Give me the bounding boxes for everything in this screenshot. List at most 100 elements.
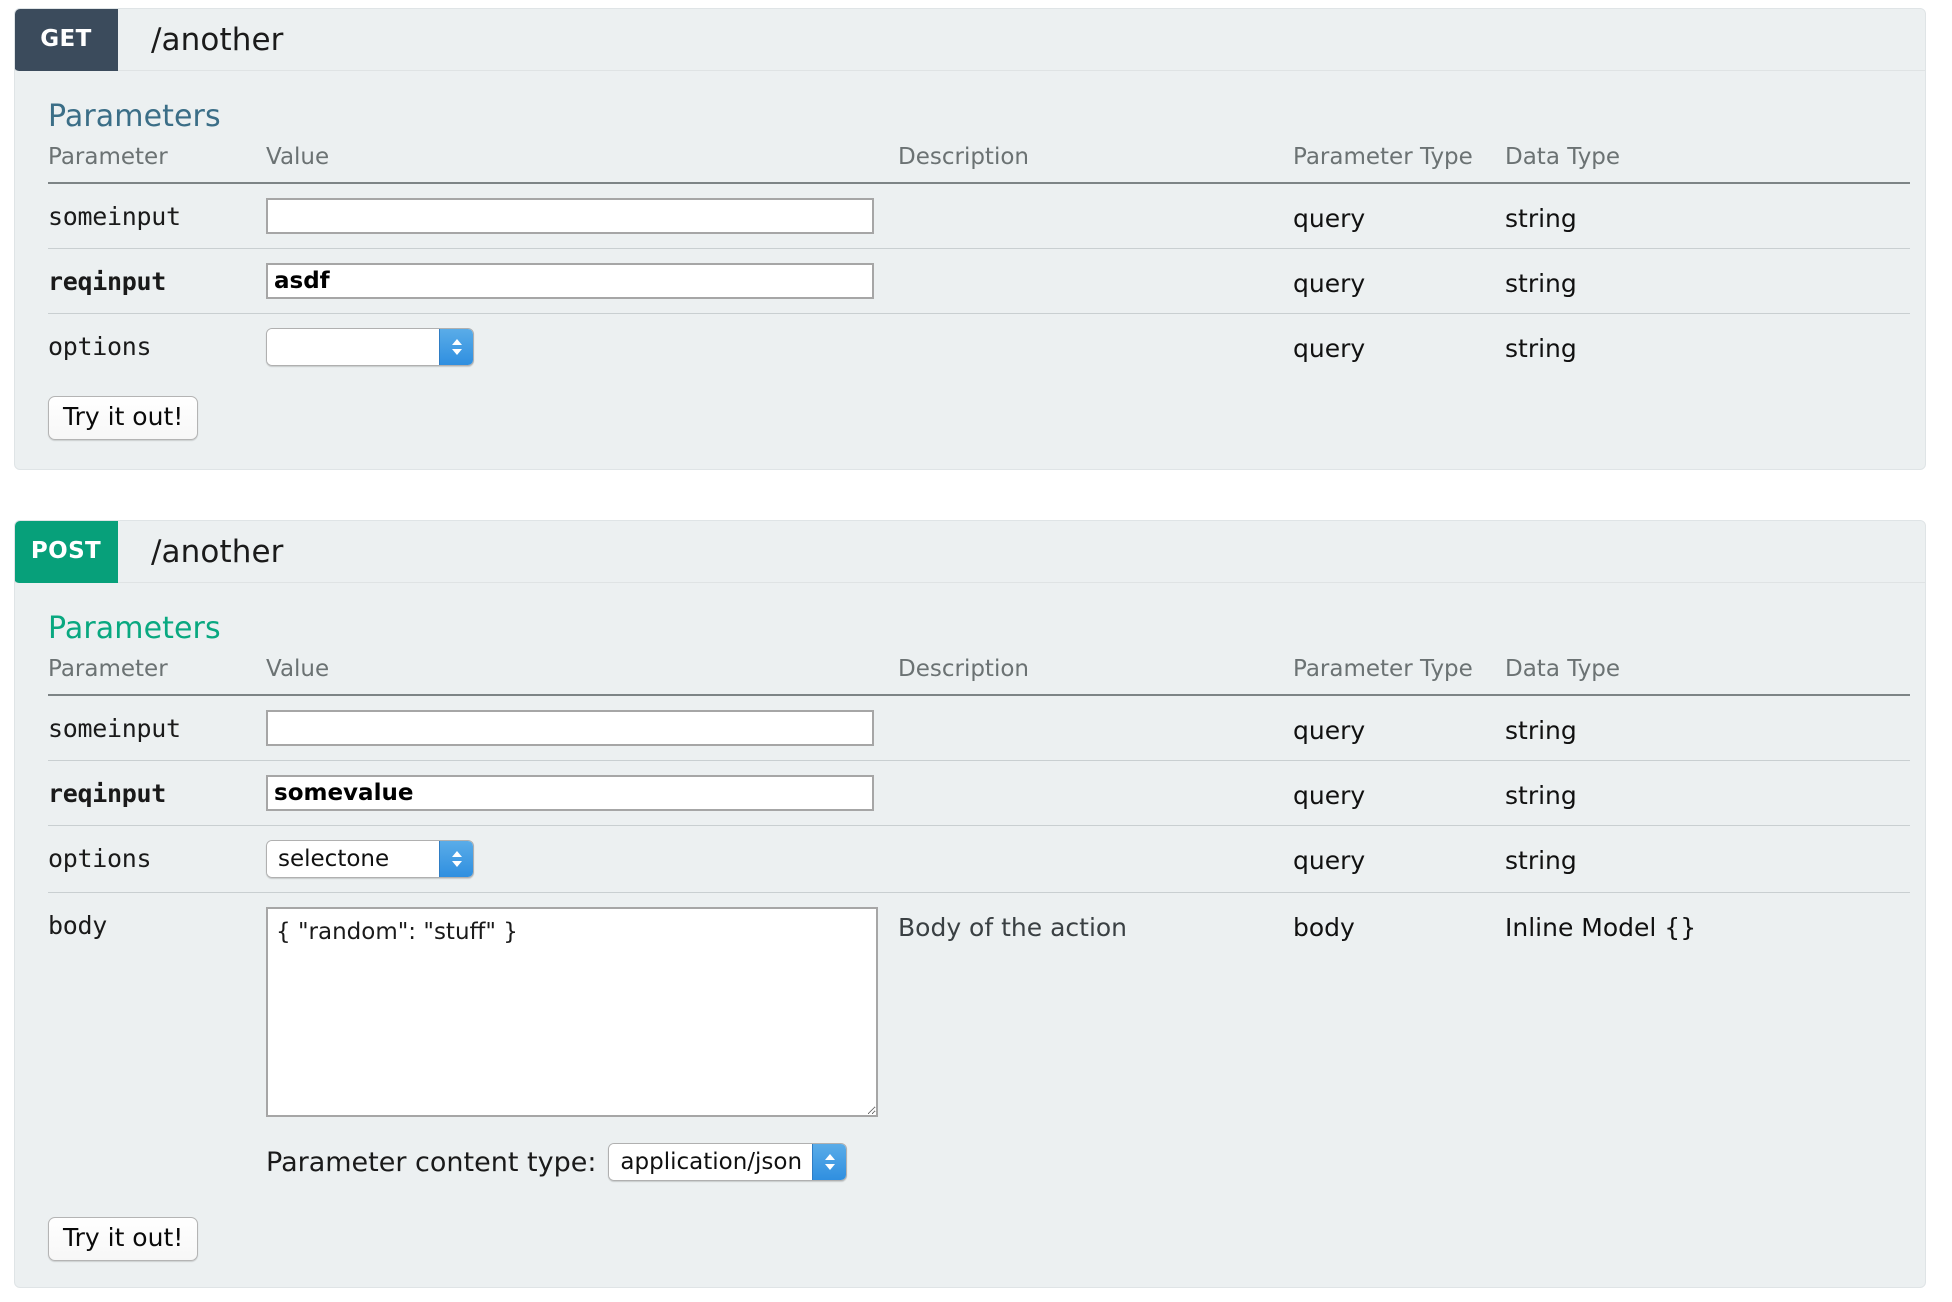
cell-value: { "random": "stuff" } Parameter content …: [266, 893, 898, 1202]
cell-description: [898, 248, 1293, 314]
parameters-table-post: Parameter Value Description Parameter Ty…: [48, 656, 1910, 1201]
swagger-operations-page: GET /another Parameters Parameter Value …: [0, 0, 1952, 1302]
parameters-table-header-row: Parameter Value Description Parameter Ty…: [48, 144, 1910, 184]
param-name-someinput: someinput: [48, 202, 181, 231]
operation-get-another: GET /another Parameters Parameter Value …: [14, 8, 1926, 470]
parameters-table-header-row: Parameter Value Description Parameter Ty…: [48, 656, 1910, 696]
cell-data-type: string: [1505, 314, 1910, 381]
data-type-body: Inline Model {}: [1505, 913, 1697, 942]
select-options-post-value: selectone: [267, 841, 439, 877]
param-type-options: query: [1293, 846, 1366, 875]
cell-value: [266, 314, 898, 381]
cell-parameter-type: query: [1293, 314, 1505, 381]
data-type-reqinput: string: [1505, 781, 1577, 810]
operation-heading-post[interactable]: POST /another: [15, 521, 1925, 583]
try-it-out-button-post[interactable]: Try it out!: [48, 1217, 199, 1261]
data-type-someinput: string: [1505, 204, 1577, 233]
parameters-table-get: Parameter Value Description Parameter Ty…: [48, 144, 1910, 380]
column-header-value: Value: [266, 656, 898, 696]
param-description-body: Body of the action: [898, 913, 1128, 942]
param-type-someinput: query: [1293, 716, 1366, 745]
cell-data-type: string: [1505, 183, 1910, 249]
cell-parameter-name: reqinput: [48, 248, 266, 314]
cell-description: [898, 183, 1293, 249]
param-type-body: body: [1293, 913, 1355, 942]
param-type-reqinput: query: [1293, 781, 1366, 810]
data-type-reqinput: string: [1505, 269, 1577, 298]
cell-data-type: string: [1505, 825, 1910, 893]
cell-parameter-type: query: [1293, 825, 1505, 893]
try-it-out-button-get[interactable]: Try it out!: [48, 396, 199, 440]
input-reqinput[interactable]: [266, 775, 874, 811]
table-row: reqinput query: [48, 760, 1910, 826]
parameters-section-title-get: Parameters: [48, 99, 221, 134]
table-row: options selectone query string: [48, 825, 1910, 893]
param-name-reqinput: reqinput: [48, 779, 167, 808]
cell-parameter-name: body: [48, 893, 266, 1202]
column-header-description: Description: [898, 144, 1293, 184]
cell-value: selectone: [266, 825, 898, 893]
cell-value: [266, 183, 898, 249]
select-options-post[interactable]: selectone: [266, 840, 474, 878]
cell-parameter-name: reqinput: [48, 760, 266, 826]
operation-heading-get[interactable]: GET /another: [15, 9, 1925, 71]
cell-parameter-name: someinput: [48, 183, 266, 249]
cell-data-type: string: [1505, 248, 1910, 314]
column-header-parameter-type: Parameter Type: [1293, 656, 1505, 696]
table-row: someinput query string: [48, 695, 1910, 761]
cell-parameter-type: query: [1293, 248, 1505, 314]
operation-content-get: Parameters Parameter Value Description P…: [15, 99, 1925, 440]
http-method-badge-post: POST: [15, 521, 118, 583]
param-description-someinput: [898, 696, 1293, 716]
column-header-parameter: Parameter: [48, 656, 266, 696]
column-header-parameter: Parameter: [48, 144, 266, 184]
cell-data-type: string: [1505, 695, 1910, 761]
select-parameter-content-type[interactable]: application/json: [608, 1143, 848, 1181]
input-someinput[interactable]: [266, 710, 874, 746]
cell-parameter-name: someinput: [48, 695, 266, 761]
param-type-reqinput: query: [1293, 269, 1366, 298]
input-reqinput[interactable]: [266, 263, 874, 299]
param-name-options: options: [48, 844, 152, 873]
input-someinput[interactable]: [266, 198, 874, 234]
table-row: options query string: [48, 314, 1910, 381]
operation-post-another: POST /another Parameters Parameter Value…: [14, 520, 1926, 1288]
cell-description: [898, 825, 1293, 893]
cell-data-type: Inline Model {}: [1505, 893, 1910, 1202]
cell-description: Body of the action: [898, 893, 1293, 1202]
data-type-options: string: [1505, 846, 1577, 875]
data-type-someinput: string: [1505, 716, 1577, 745]
cell-description: [898, 314, 1293, 381]
param-description-options: [898, 826, 1293, 846]
cell-data-type: string: [1505, 760, 1910, 826]
cell-value: [266, 760, 898, 826]
cell-parameter-name: options: [48, 825, 266, 893]
cell-description: [898, 695, 1293, 761]
parameters-section-title-post: Parameters: [48, 611, 221, 646]
column-header-data-type: Data Type: [1505, 656, 1910, 696]
table-row: body { "random": "stuff" } Parameter con…: [48, 893, 1910, 1202]
select-options-get[interactable]: [266, 328, 474, 366]
select-parameter-content-type-value: application/json: [609, 1144, 813, 1180]
parameter-content-type-row: Parameter content type: application/json: [266, 1143, 898, 1181]
chevron-updown-icon: [439, 841, 473, 877]
http-method-badge-get: GET: [15, 9, 118, 71]
parameter-content-type-label: Parameter content type:: [266, 1146, 597, 1178]
select-options-get-value: [267, 329, 439, 365]
param-name-body: body: [48, 911, 108, 940]
param-name-options: options: [48, 332, 152, 361]
cell-parameter-type: query: [1293, 760, 1505, 826]
cell-value: [266, 248, 898, 314]
param-description-reqinput: [898, 761, 1293, 781]
param-description-options: [898, 314, 1293, 334]
column-header-parameter-type: Parameter Type: [1293, 144, 1505, 184]
textarea-body[interactable]: { "random": "stuff" }: [266, 907, 878, 1117]
data-type-options: string: [1505, 334, 1577, 363]
param-name-someinput: someinput: [48, 714, 181, 743]
operation-path-get: /another: [151, 21, 284, 58]
column-header-data-type: Data Type: [1505, 144, 1910, 184]
cell-parameter-name: options: [48, 314, 266, 381]
table-row: reqinput query: [48, 248, 1910, 314]
chevron-updown-icon: [812, 1144, 847, 1180]
column-header-description: Description: [898, 656, 1293, 696]
